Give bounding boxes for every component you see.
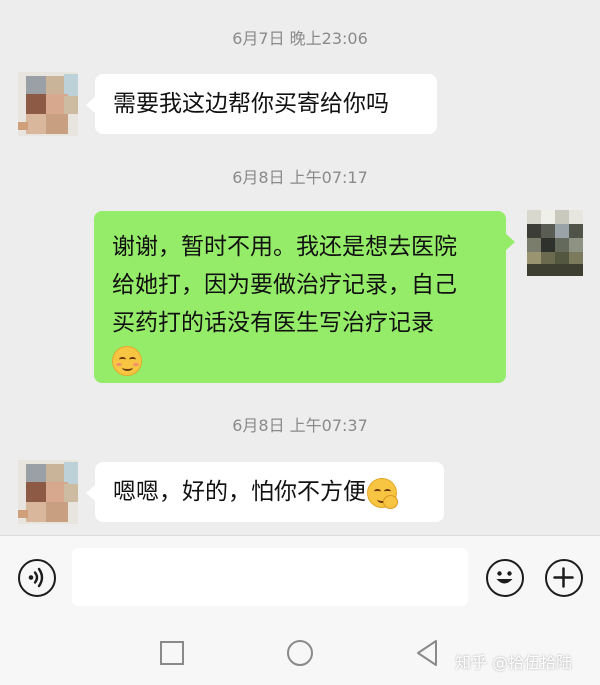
contact-avatar[interactable] [18, 460, 78, 524]
voice-icon [28, 567, 44, 588]
message-bubble-incoming[interactable]: 需要我这边帮你买寄给你吗 [86, 74, 437, 134]
my-avatar[interactable] [527, 210, 583, 276]
message-text: 嗯嗯，好的，怕你不方便 [113, 479, 366, 505]
message-text: 需要我这边帮你买寄给你吗 [113, 91, 389, 117]
timestamp: 6月7日 晚上23:06 [232, 29, 368, 48]
smiling-face-emoji [112, 346, 142, 376]
watermark: 知乎 @拾伍拾陆 [455, 653, 573, 672]
home-icon[interactable] [285, 638, 315, 668]
recent-apps-icon[interactable] [158, 639, 186, 667]
chat-input-bar [0, 535, 600, 621]
message-text-line: 谢谢，暂时不用。我还是想去医院 [112, 234, 457, 260]
back-icon[interactable] [413, 638, 441, 668]
message-text-line: 给她打，因为要做治疗记录，自己 [112, 272, 457, 298]
message-bubble-incoming[interactable]: 嗯嗯，好的，怕你不方便 [86, 462, 444, 522]
message-input[interactable] [72, 548, 468, 606]
timestamp: 6月8日 上午07:17 [232, 168, 368, 187]
message-bubble-outgoing[interactable]: 谢谢，暂时不用。我还是想去医院 给她打，因为要做治疗记录，自己 买药打的话没有医… [94, 211, 515, 383]
timestamp: 6月8日 上午07:37 [232, 416, 368, 435]
more-button[interactable] [545, 559, 583, 597]
contact-avatar[interactable] [18, 72, 78, 136]
plus-icon [553, 567, 574, 588]
message-text-line: 买药打的话没有医生写治疗记录 [112, 310, 434, 336]
voice-button[interactable] [18, 559, 56, 597]
emoji-button[interactable] [486, 559, 524, 597]
hand-over-mouth-emoji [367, 477, 398, 509]
emoji-icon [496, 571, 513, 584]
